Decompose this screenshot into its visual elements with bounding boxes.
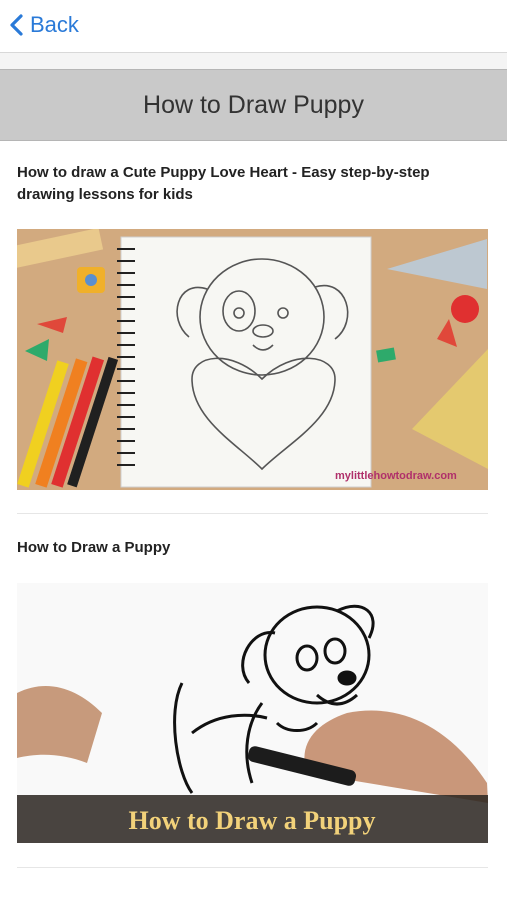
page-title: How to Draw Puppy [143, 90, 364, 119]
list-divider [17, 867, 488, 868]
video-title[interactable]: How to Draw a Puppy [17, 537, 489, 559]
video-title[interactable]: How to draw a Cute Puppy Love Heart - Ea… [17, 162, 489, 206]
back-label: Back [30, 12, 79, 37]
video-thumbnail[interactable]: mylittlehowtodraw.com [17, 229, 488, 490]
puppy-heart-drawing-image: mylittlehowtodraw.com [17, 229, 488, 490]
page-header: How to Draw Puppy [0, 69, 507, 141]
chevron-left-icon [8, 13, 24, 37]
list-divider [17, 513, 488, 514]
video-thumbnail[interactable]: How to Draw a Puppy [17, 583, 488, 843]
top-nav-bar: Back [0, 0, 507, 53]
puppy-drawing-image: How to Draw a Puppy [17, 583, 488, 843]
thumbnail-watermark: mylittlehowtodraw.com [335, 470, 457, 482]
thumbnail-caption: How to Draw a Puppy [128, 806, 375, 835]
nav-gap [0, 53, 507, 69]
back-button[interactable]: Back [8, 8, 79, 42]
app-screen: Back How to Draw Puppy How to draw a Cut… [0, 0, 507, 900]
